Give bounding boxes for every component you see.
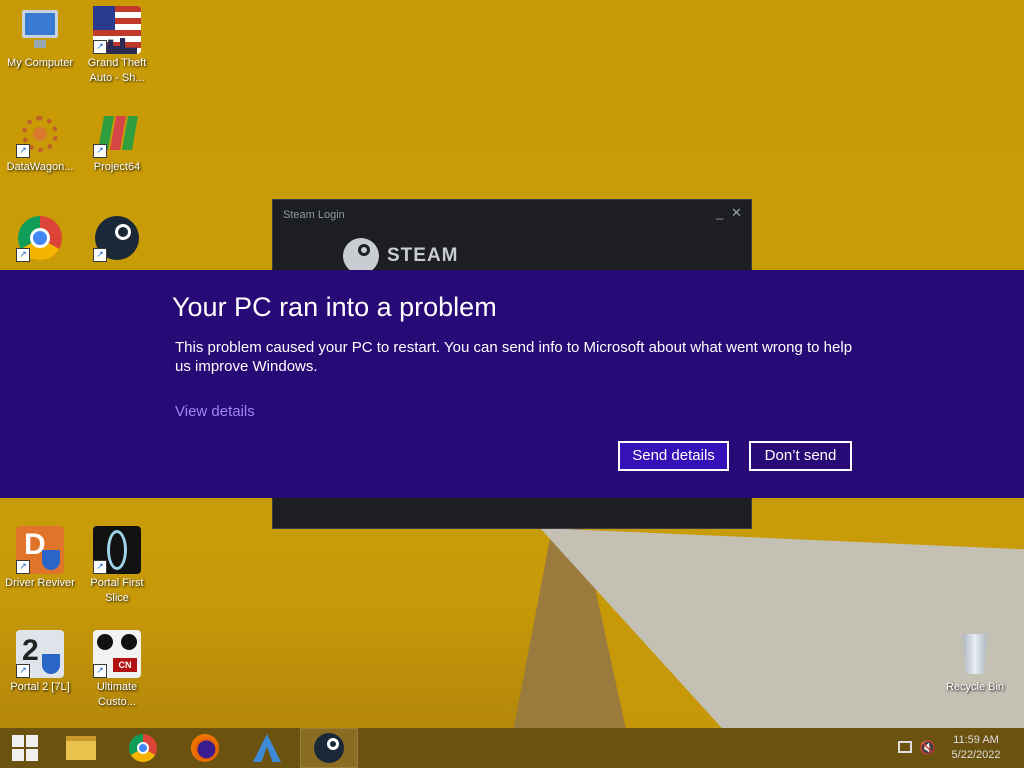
dialog-title: Your PC ran into a problem (172, 292, 497, 322)
desktop-icon-label: Grand Theft Auto - Sh... (87, 57, 147, 84)
desktop-icon-label: Portal First Slice (90, 577, 144, 604)
desktop-icon-recycle-bin[interactable]: Recycle Bin (935, 630, 1015, 695)
desktop-icon-label: Ultimate Custo... (96, 681, 138, 708)
steam-logo-icon (343, 238, 379, 274)
desktop-icon-steam[interactable]: ↗ (77, 214, 157, 262)
gta-flag-icon: ↗ (93, 6, 141, 54)
datawagon-icon: ↗ (16, 110, 64, 158)
portal-2-icon: 2 ↗ (16, 630, 64, 678)
clock[interactable]: 11:59 AM 5/22/2022 (946, 733, 1006, 763)
dialog-message: This problem caused your PC to restart. … (175, 339, 853, 375)
window-title: Steam Login (283, 209, 345, 221)
start-button[interactable] (0, 728, 50, 768)
error-dialog: Your PC ran into a problem This problem … (0, 270, 1024, 498)
desktop-icon-ultimate-custom-night[interactable]: CN ↗ Ultimate Custo... (77, 630, 157, 710)
desktop-icon-driver-reviver[interactable]: D ↗ Driver Reviver (0, 526, 80, 591)
desktop-icon-google-chrome[interactable]: ↗ (0, 214, 80, 262)
desktop-icon-portal-2[interactable]: 2 ↗ Portal 2 [7L] (0, 630, 80, 695)
volume-muted-icon[interactable]: 🔇 (920, 740, 936, 756)
desktop[interactable]: My Computer ↗ DataWagon... ↗ D ↗ Driver … (0, 0, 1024, 728)
ucn-icon: CN ↗ (93, 630, 141, 678)
network-icon[interactable] (898, 741, 912, 753)
desktop-icon-datawagon[interactable]: ↗ DataWagon... (0, 110, 80, 175)
driver-reviver-icon: D ↗ (16, 526, 64, 574)
desktop-icon-my-computer[interactable]: My Computer (0, 6, 80, 71)
send-details-button[interactable]: Send details (618, 441, 729, 471)
dont-send-button[interactable]: Don’t send (749, 441, 852, 471)
steam-icon (314, 733, 344, 763)
desktop-icon-label: DataWagon... (6, 161, 74, 173)
app-icon (253, 734, 281, 762)
desktop-icon-gta[interactable]: ↗ Grand Theft Auto - Sh... (77, 6, 157, 86)
chrome-icon (129, 734, 157, 762)
steam-logo: STEAM (343, 238, 459, 274)
chrome-icon: ↗ (16, 214, 64, 262)
steam-logo-text: STEAM (387, 245, 459, 266)
steam-icon: ↗ (93, 214, 141, 262)
taskbar-file-explorer[interactable] (52, 728, 110, 768)
desktop-icon-label: Project64 (93, 161, 141, 173)
taskbar-steam[interactable] (300, 728, 358, 768)
taskbar-firefox[interactable] (176, 728, 234, 768)
recycle-bin-icon (951, 630, 999, 678)
project64-icon: ↗ (93, 110, 141, 158)
windows-start-icon (12, 735, 38, 761)
clock-time: 11:59 AM (953, 734, 999, 746)
view-details-link[interactable]: View details (175, 403, 255, 420)
file-explorer-icon (66, 736, 96, 760)
desktop-icon-label: Portal 2 [7L] (10, 681, 70, 693)
desktop-icon-label: Recycle Bin (945, 681, 1005, 693)
taskbar: 🔇 11:59 AM 5/22/2022 (0, 728, 1024, 768)
taskbar-chrome[interactable] (114, 728, 172, 768)
taskbar-app[interactable] (238, 728, 296, 768)
close-button[interactable]: ✕ (731, 205, 742, 221)
clock-date: 5/22/2022 (951, 749, 1001, 761)
firefox-icon (191, 734, 219, 762)
portal-icon: ↗ (93, 526, 141, 574)
desktop-icon-label: Driver Reviver (5, 577, 75, 589)
minimize-button[interactable]: _ (716, 205, 723, 220)
desktop-icon-project64[interactable]: ↗ Project64 (77, 110, 157, 175)
desktop-icon-label: My Computer (6, 57, 74, 69)
desktop-icon-portal-first-slice[interactable]: ↗ Portal First Slice (77, 526, 157, 606)
computer-icon (16, 6, 64, 54)
